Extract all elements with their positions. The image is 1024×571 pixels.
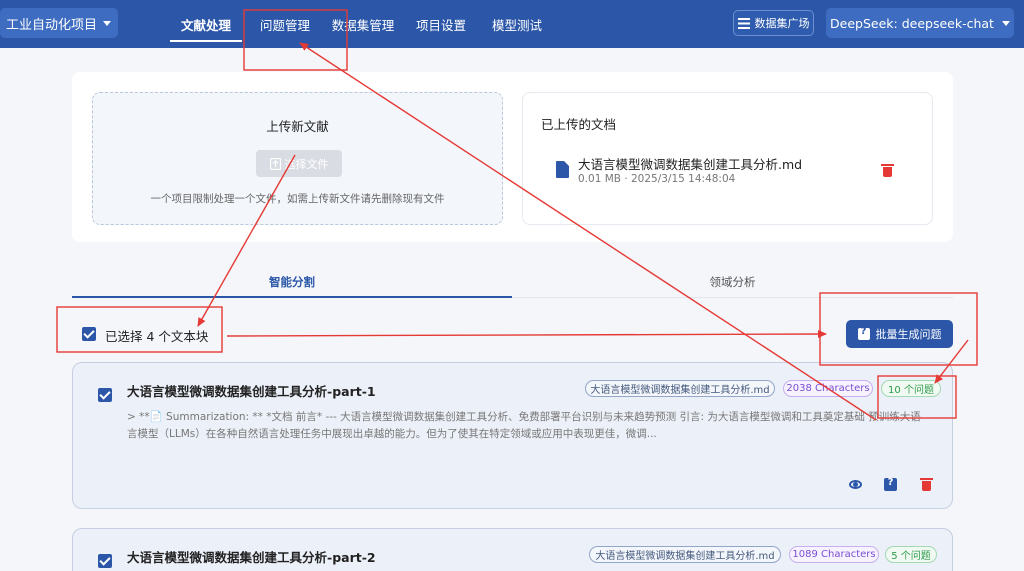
- chunk-preview-text: > **📄 Summarization: ** *文档 前言* --- 大语言模…: [127, 409, 943, 443]
- dataset-plaza-button[interactable]: 数据集广场: [733, 10, 814, 36]
- tab-domain-analysis-label: 领域分析: [709, 275, 756, 289]
- upload-dropzone[interactable]: 上传新文献 选择文件 一个项目限制处理一个文件，如需上传新文件请先删除现有文件: [92, 92, 503, 225]
- arrow-selection-to-batch: [226, 330, 827, 339]
- choose-file-button[interactable]: 选择文件: [256, 150, 342, 177]
- project-selector[interactable]: 工业自动化项目: [0, 8, 118, 38]
- nav-literature[interactable]: 文献处理: [170, 0, 242, 48]
- chunk-checkbox[interactable]: [98, 554, 112, 568]
- upload-title: 上传新文献: [266, 119, 329, 134]
- batch-generate-questions-button[interactable]: 批量生成问题: [846, 320, 953, 348]
- chevron-down-icon: [103, 20, 112, 26]
- nav-project-settings[interactable]: 项目设置: [408, 0, 474, 48]
- nav-model-test[interactable]: 模型测试: [484, 0, 550, 48]
- chunk-questions-tag[interactable]: 5 个问题: [885, 546, 937, 563]
- chunk-checkbox[interactable]: [98, 388, 112, 402]
- chunk-chars-tag: 1089 Characters: [789, 546, 879, 563]
- batch-generate-label: 批量生成问题: [875, 328, 942, 341]
- chunk-chars-tag: 2038 Characters: [783, 380, 873, 397]
- select-all-checkbox[interactable]: [82, 327, 96, 341]
- top-bar: 工业自动化项目 文献处理 问题管理 数据集管理 项目设置 模型测试 数据集广场 …: [0, 0, 1024, 48]
- chevron-down-icon: [1001, 20, 1010, 26]
- tab-smart-split[interactable]: 智能分割: [72, 262, 512, 298]
- nav-datasets-label: 数据集管理: [331, 17, 395, 33]
- upload-file-icon: [269, 157, 281, 170]
- nav-project-settings-label: 项目设置: [415, 17, 466, 33]
- chunk-title: 大语言模型微调数据集创建工具分析-part-1: [127, 384, 376, 399]
- nav-model-test-label: 模型测试: [491, 17, 542, 33]
- list-icon: [737, 17, 750, 29]
- chunk-questions-tag[interactable]: 10 个问题: [881, 380, 941, 397]
- upload-note: 一个项目限制处理一个文件，如需上传新文件请先删除现有文件: [150, 193, 445, 205]
- project-selector-label: 工业自动化项目: [6, 17, 98, 33]
- nav-literature-label: 文献处理: [180, 17, 231, 33]
- tab-domain-analysis[interactable]: 领域分析: [512, 262, 953, 298]
- uploaded-docs-panel: 已上传的文档 大语言模型微调数据集创建工具分析.md 0.01 MB · 202…: [522, 92, 933, 225]
- delete-file-button[interactable]: [881, 164, 894, 177]
- text-chunk-card[interactable]: 大语言模型微调数据集创建工具分析-part-1 大语言模型微调数据集创建工具分析…: [72, 362, 953, 509]
- document-icon: [556, 161, 569, 178]
- selection-count-label: 已选择 4 个文本块: [105, 329, 209, 344]
- text-chunk-card[interactable]: 大语言模型微调数据集创建工具分析-part-2 大语言模型微调数据集创建工具分析…: [72, 528, 953, 571]
- chunk-file-tag: 大语言模型微调数据集创建工具分析.md: [585, 380, 775, 397]
- nav-questions[interactable]: 问题管理: [250, 0, 320, 48]
- tab-smart-split-label: 智能分割: [269, 275, 315, 289]
- view-eye-icon[interactable]: [849, 480, 862, 489]
- model-selector-label: DeepSeek: deepseek-chat: [830, 15, 994, 31]
- choose-file-label: 选择文件: [284, 157, 329, 171]
- question-icon: [857, 326, 870, 340]
- uploaded-docs-title: 已上传的文档: [541, 117, 617, 132]
- uploaded-file-meta: 0.01 MB · 2025/3/15 14:48:04: [578, 173, 736, 185]
- chunk-preview-line: 言模型（LLMs）在各种自然语言处理任务中展现出卓越的能力。但为了使其在特定领域…: [127, 428, 657, 440]
- chunk-file-tag: 大语言模型微调数据集创建工具分析.md: [589, 546, 781, 563]
- nav-questions-label: 问题管理: [259, 17, 310, 33]
- dataset-plaza-label: 数据集广场: [754, 17, 810, 30]
- nav-datasets[interactable]: 数据集管理: [328, 0, 398, 48]
- chunk-preview-line: > **📄 Summarization: ** *文档 前言* --- 大语言模…: [127, 411, 921, 423]
- model-selector[interactable]: DeepSeek: deepseek-chat: [826, 8, 1014, 38]
- chunk-title: 大语言模型微调数据集创建工具分析-part-2: [127, 550, 376, 565]
- delete-chunk-icon[interactable]: [920, 478, 933, 491]
- uploaded-file-name[interactable]: 大语言模型微调数据集创建工具分析.md: [578, 154, 802, 173]
- generate-questions-icon[interactable]: [884, 477, 897, 491]
